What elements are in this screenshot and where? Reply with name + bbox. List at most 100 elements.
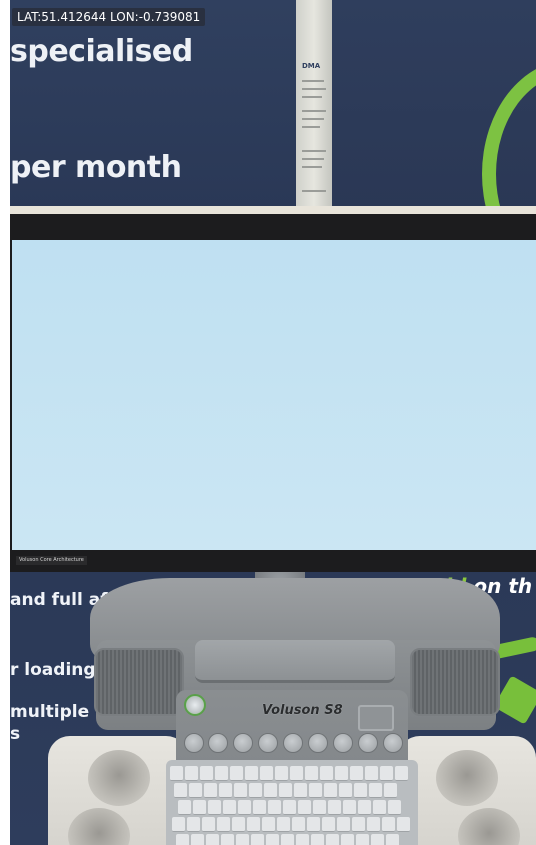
key[interactable] [313,800,326,815]
key[interactable] [354,783,367,798]
key[interactable] [335,766,348,781]
key[interactable] [367,817,380,832]
control-button[interactable] [233,733,253,753]
key[interactable] [279,783,292,798]
key[interactable] [296,834,309,845]
key[interactable] [208,800,221,815]
key[interactable] [264,783,277,798]
key[interactable] [260,766,273,781]
control-button[interactable] [333,733,353,753]
key[interactable] [343,800,356,815]
gps-coordinates-overlay: LAT:51.412644 LON:-0.739081 [12,8,206,26]
control-button[interactable] [383,733,403,753]
key[interactable] [309,783,322,798]
key[interactable] [189,783,202,798]
console-handle [195,640,395,683]
key[interactable] [191,834,204,845]
control-button[interactable] [308,733,328,753]
key[interactable] [369,783,382,798]
key[interactable] [326,834,339,845]
key[interactable] [298,800,311,815]
key[interactable] [174,783,187,798]
key[interactable] [290,766,303,781]
key[interactable] [230,766,243,781]
key[interactable] [238,800,251,815]
key[interactable] [236,834,249,845]
key[interactable] [245,766,258,781]
notice-text-line [302,110,326,112]
key-row [172,817,410,832]
notice-text-line [302,118,324,120]
key[interactable] [350,766,363,781]
control-button[interactable] [184,733,204,753]
key[interactable] [283,800,296,815]
key[interactable] [320,766,333,781]
key[interactable] [277,817,290,832]
key[interactable] [395,766,408,781]
key[interactable] [352,817,365,832]
key[interactable] [202,817,215,832]
key[interactable] [322,817,335,832]
key[interactable] [172,817,185,832]
key[interactable] [328,800,341,815]
panel-rect-button[interactable] [358,705,394,731]
control-button[interactable] [283,733,303,753]
probe-cup [458,808,520,845]
key[interactable] [365,766,378,781]
notice-text-line [302,150,326,152]
key[interactable] [341,834,354,845]
key[interactable] [251,834,264,845]
key[interactable] [358,800,371,815]
key[interactable] [217,817,230,832]
key[interactable] [311,834,324,845]
key[interactable] [247,817,260,832]
key[interactable] [388,800,401,815]
key[interactable] [356,834,369,845]
key[interactable] [206,834,219,845]
key[interactable] [249,783,262,798]
key[interactable] [373,800,386,815]
key[interactable] [215,766,228,781]
key[interactable] [384,783,397,798]
notice-text-line [302,126,320,128]
key[interactable] [275,766,288,781]
key[interactable] [234,783,247,798]
power-button[interactable] [184,694,206,716]
key[interactable] [221,834,234,845]
key[interactable] [178,800,191,815]
notice-text-line [302,166,322,168]
key[interactable] [339,783,352,798]
key[interactable] [170,766,183,781]
key[interactable] [307,817,320,832]
key[interactable] [382,817,395,832]
control-button[interactable] [208,733,228,753]
key[interactable] [262,817,275,832]
control-button[interactable] [258,733,278,753]
key[interactable] [232,817,245,832]
control-button[interactable] [358,733,378,753]
key[interactable] [324,783,337,798]
notice-text-line [302,158,324,160]
key[interactable] [185,766,198,781]
key[interactable] [253,800,266,815]
key[interactable] [294,783,307,798]
key[interactable] [305,766,318,781]
key[interactable] [266,834,279,845]
key[interactable] [397,817,410,832]
key[interactable] [337,817,350,832]
key[interactable] [268,800,281,815]
key[interactable] [223,800,236,815]
key[interactable] [292,817,305,832]
key[interactable] [386,834,399,845]
key[interactable] [380,766,393,781]
key[interactable] [204,783,217,798]
key[interactable] [187,817,200,832]
key[interactable] [371,834,384,845]
key[interactable] [219,783,232,798]
key[interactable] [193,800,206,815]
key[interactable] [281,834,294,845]
monitor-top-edge [10,206,536,214]
banner-text-specialised: specialised [10,34,193,69]
key[interactable] [176,834,189,845]
key[interactable] [200,766,213,781]
